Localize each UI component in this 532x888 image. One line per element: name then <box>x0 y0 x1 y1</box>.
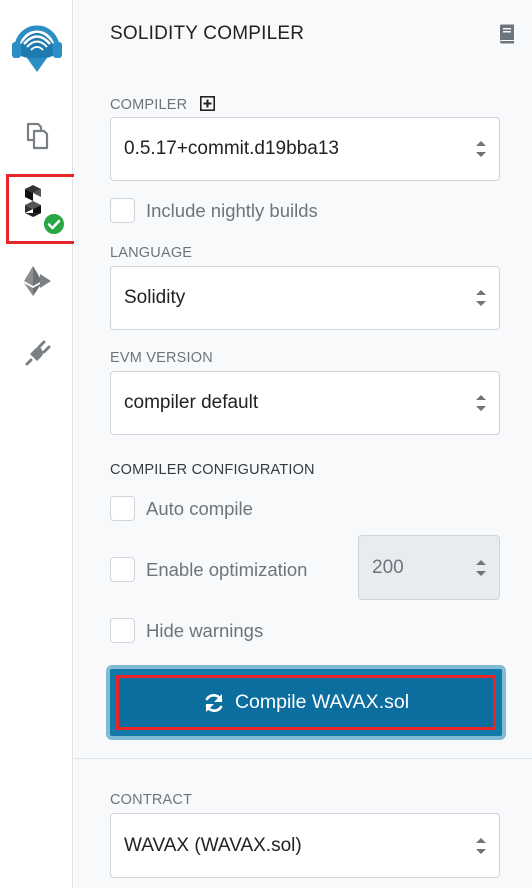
select-arrows-icon <box>476 837 486 854</box>
compile-button[interactable]: Compile WAVAX.sol <box>116 675 496 730</box>
auto-compile-box[interactable] <box>110 496 135 521</box>
compiler-label-text: COMPILER <box>110 97 188 113</box>
compiler-configuration-label: COMPILER CONFIGURATION <box>110 462 315 478</box>
language-label: LANGUAGE <box>110 245 193 261</box>
auto-compile-checkbox[interactable]: Auto compile <box>110 496 253 521</box>
solidity-compiler-icon[interactable] <box>0 174 77 244</box>
select-arrows-icon <box>476 559 486 576</box>
select-arrows-icon <box>476 395 486 411</box>
compile-button-container: Compile WAVAX.sol <box>106 665 506 740</box>
icon-sidebar <box>0 0 77 888</box>
contract-label: CONTRACT <box>110 792 193 808</box>
language-value: Solidity <box>124 287 186 308</box>
panel-title: SOLIDITY COMPILER <box>110 23 305 44</box>
evm-version-label: EVM VERSION <box>110 350 213 366</box>
remix-logo-icon[interactable] <box>0 10 73 80</box>
solidity-compiler-panel: SOLIDITY COMPILER COMPILER 0.5.17+commit… <box>74 0 532 888</box>
select-arrows-icon <box>476 141 486 157</box>
deploy-run-icon[interactable] <box>0 255 73 307</box>
hide-warnings-box[interactable] <box>110 618 135 643</box>
section-divider <box>74 758 532 759</box>
compiler-version-select[interactable]: 0.5.17+commit.d19bba13 <box>110 117 500 181</box>
compile-button-label: Compile WAVAX.sol <box>234 691 410 713</box>
runs-value: 200 <box>372 556 404 578</box>
compiler-version-value: 0.5.17+commit.d19bba13 <box>124 138 339 159</box>
add-compiler-icon[interactable] <box>199 96 215 111</box>
evm-version-select[interactable]: compiler default <box>110 371 500 435</box>
optimization-box[interactable] <box>110 557 135 582</box>
auto-compile-label: Auto compile <box>146 497 253 519</box>
optimization-runs-input[interactable]: 200 <box>358 535 500 600</box>
check-circle-icon <box>42 212 66 236</box>
docs-book-icon[interactable] <box>498 24 516 44</box>
nightly-checkbox-box[interactable] <box>110 198 135 223</box>
refresh-icon <box>205 693 223 712</box>
plugin-manager-icon[interactable] <box>0 328 73 380</box>
hide-warnings-label: Hide warnings <box>146 619 264 641</box>
evm-version-value: compiler default <box>124 392 259 413</box>
contract-value: WAVAX (WAVAX.sol) <box>124 834 302 856</box>
contract-select[interactable]: WAVAX (WAVAX.sol) <box>110 813 500 878</box>
file-explorer-icon[interactable] <box>0 110 73 162</box>
nightly-label: Include nightly builds <box>146 199 318 221</box>
optimization-label: Enable optimization <box>146 558 308 580</box>
hide-warnings-checkbox[interactable]: Hide warnings <box>110 618 263 643</box>
optimization-checkbox[interactable]: Enable optimization <box>110 557 307 582</box>
compiler-label: COMPILER <box>110 96 215 113</box>
language-select[interactable]: Solidity <box>110 266 500 330</box>
select-arrows-icon <box>476 290 486 306</box>
nightly-builds-checkbox[interactable]: Include nightly builds <box>110 198 318 223</box>
